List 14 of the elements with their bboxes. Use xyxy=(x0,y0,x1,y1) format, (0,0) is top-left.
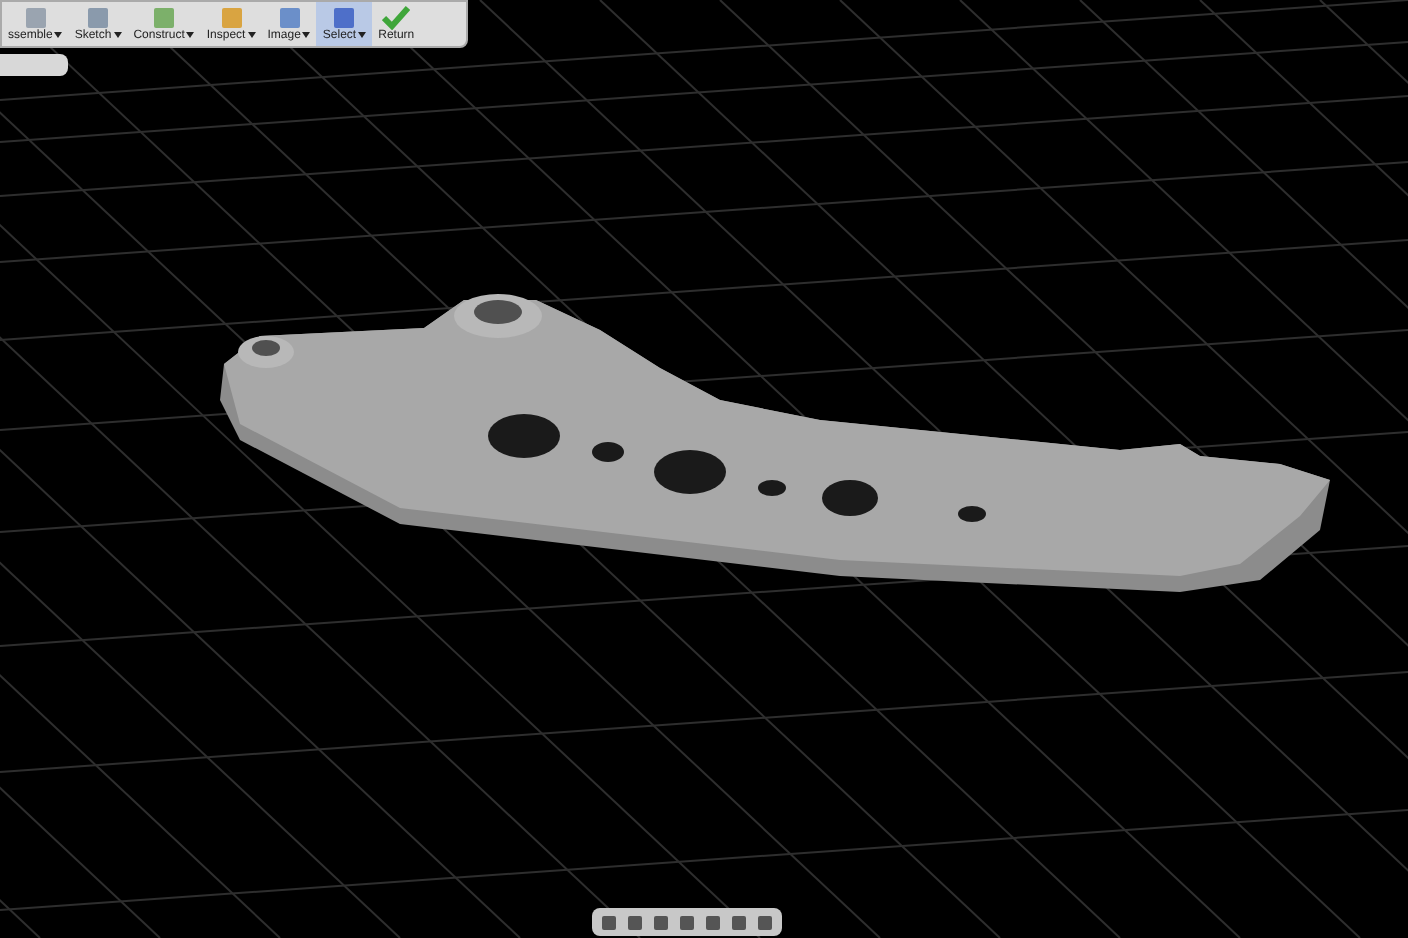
caret-icon xyxy=(186,31,195,38)
tool-icon xyxy=(86,6,111,30)
checkmark-icon xyxy=(382,6,411,30)
browser-tab[interactable] xyxy=(0,54,68,76)
tool-icon xyxy=(219,6,244,30)
tool-icon xyxy=(152,6,177,30)
tool-icon xyxy=(277,6,302,30)
tool-icon xyxy=(332,6,357,30)
caret-icon xyxy=(302,31,311,38)
caret-icon xyxy=(54,31,63,38)
tool-icon xyxy=(23,6,48,30)
caret-icon xyxy=(113,31,122,38)
caret-icon xyxy=(358,31,367,38)
caret-icon xyxy=(247,31,256,38)
